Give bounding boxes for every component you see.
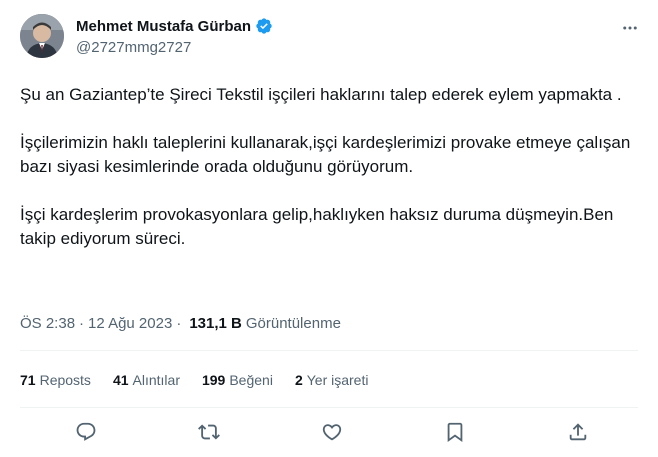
stat-count: 71 (20, 372, 36, 388)
author-handle[interactable]: @2727mmg2727 (76, 39, 273, 56)
tweet-text: Şu an Gaziantep’te Şireci Tekstil işçile… (20, 83, 640, 275)
tweet-meta: ÖS 2:38 · 12 Ağu 2023 · 131,1 B Görüntül… (20, 315, 341, 332)
tweet-paragraph: Şu an Gaziantep’te Şireci Tekstil işçile… (20, 85, 622, 104)
stat-count: 199 (201, 372, 226, 388)
verified-badge-icon[interactable] (255, 17, 273, 35)
tweet-date[interactable]: 12 Ağu 2023 (88, 315, 172, 332)
more-options-icon[interactable] (620, 18, 640, 38)
stat-label: Reposts (39, 372, 91, 388)
stat-label: Beğeni (229, 372, 273, 388)
tweet-header: Mehmet Mustafa Gürban @2727mmg2727 (20, 14, 642, 64)
action-bar (20, 420, 638, 456)
stat-likes[interactable]: 199 Beğeni (202, 372, 273, 388)
reply-icon[interactable] (74, 420, 98, 444)
share-icon[interactable] (566, 420, 590, 444)
stat-label: Alıntılar (132, 372, 180, 388)
stat-count: 2 (294, 372, 303, 388)
author-block: Mehmet Mustafa Gürban @2727mmg2727 (76, 16, 273, 56)
divider (20, 350, 638, 351)
name-line: Mehmet Mustafa Gürban (76, 16, 273, 36)
stat-label: Yer işareti (306, 372, 369, 388)
author-name[interactable]: Mehmet Mustafa Gürban (76, 18, 251, 35)
meta-separator: · (79, 315, 85, 332)
divider (20, 407, 638, 408)
stat-quotes[interactable]: 41 Alıntılar (113, 372, 180, 388)
tweet-time[interactable]: ÖS 2:38 (20, 315, 75, 332)
stat-reposts[interactable]: 71 Reposts (20, 372, 91, 388)
stat-bookmarks[interactable]: 2 Yer işareti (295, 372, 369, 388)
avatar[interactable] (20, 14, 64, 58)
bookmark-icon[interactable] (443, 420, 467, 444)
tweet-card: Mehmet Mustafa Gürban @2727mmg2727 Şu an… (0, 0, 658, 457)
views-count: 131,1 B (189, 315, 242, 332)
stat-count: 41 (112, 372, 129, 388)
views-label: Görüntülenme (245, 315, 341, 332)
like-icon[interactable] (320, 420, 344, 444)
engagement-stats: 71 Reposts 41 Alıntılar 199 Beğeni 2 Yer işa… (20, 372, 390, 388)
tweet-paragraph: İşçilerimizin haklı taleplerini kullanar… (20, 133, 631, 176)
repost-icon[interactable] (197, 420, 221, 444)
tweet-paragraph: İşçi kardeşlerim provokasyonlara gelip,h… (20, 205, 614, 248)
meta-separator: · (176, 315, 182, 332)
